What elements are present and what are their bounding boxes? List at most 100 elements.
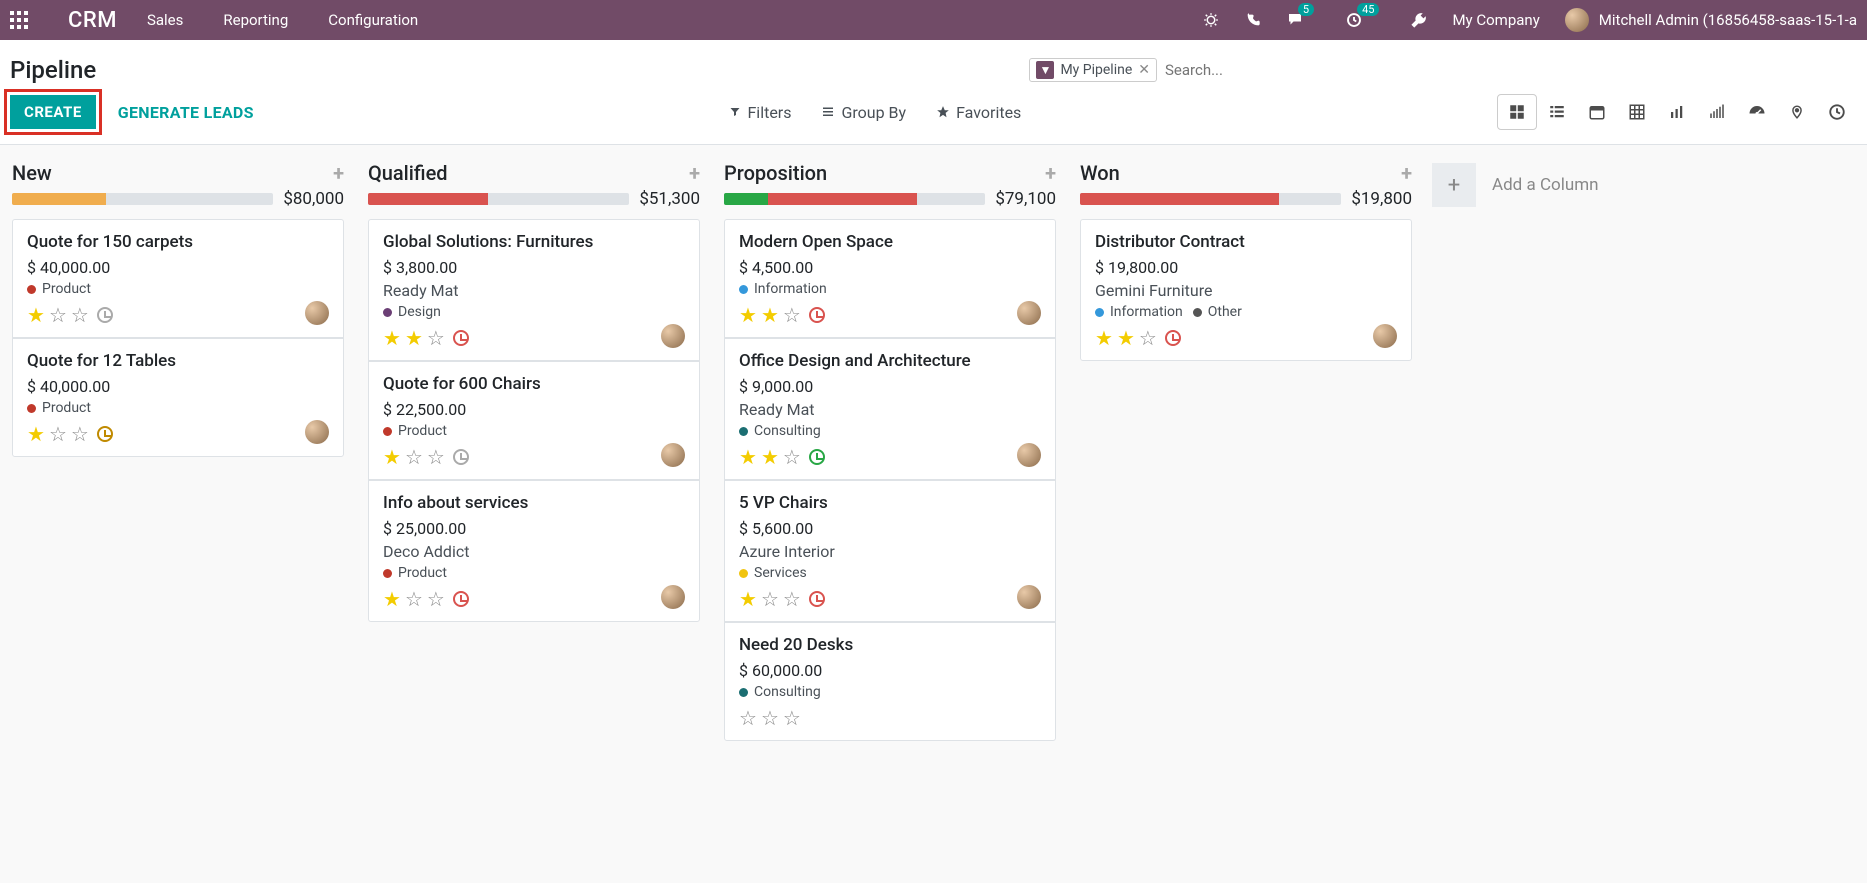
pivot-view-icon[interactable] bbox=[1617, 94, 1657, 130]
nav-sales[interactable]: Sales bbox=[147, 11, 183, 29]
activity-clock-icon[interactable] bbox=[453, 330, 469, 346]
priority-star-icon[interactable]: ☆ bbox=[71, 303, 89, 327]
priority-star-icon[interactable]: ★ bbox=[761, 303, 779, 327]
dashboard-view-icon[interactable] bbox=[1737, 94, 1777, 130]
activity-clock-icon[interactable] bbox=[97, 307, 113, 323]
kanban-card[interactable]: Need 20 Desks$ 60,000.00Consulting☆☆☆ bbox=[724, 622, 1056, 741]
kanban-card[interactable]: Modern Open Space$ 4,500.00Information★★… bbox=[724, 219, 1056, 338]
priority-star-icon[interactable]: ☆ bbox=[71, 422, 89, 446]
assignee-avatar-icon[interactable] bbox=[1373, 324, 1397, 348]
map-view-icon[interactable] bbox=[1777, 94, 1817, 130]
priority-star-icon[interactable]: ★ bbox=[739, 587, 757, 611]
priority-star-icon[interactable]: ☆ bbox=[783, 303, 801, 327]
kanban-card[interactable]: Global Solutions: Furnitures$ 3,800.00Re… bbox=[368, 219, 700, 361]
assignee-avatar-icon[interactable] bbox=[1017, 585, 1041, 609]
priority-star-icon[interactable]: ★ bbox=[739, 445, 757, 469]
activity-icon[interactable]: 45 bbox=[1345, 11, 1385, 29]
assignee-avatar-icon[interactable] bbox=[661, 443, 685, 467]
messages-icon[interactable]: 5 bbox=[1286, 11, 1320, 29]
priority-star-icon[interactable]: ★ bbox=[405, 326, 423, 350]
kanban-card[interactable]: Office Design and Architecture$ 9,000.00… bbox=[724, 338, 1056, 480]
activity-clock-icon[interactable] bbox=[809, 591, 825, 607]
phone-icon[interactable] bbox=[1245, 12, 1261, 28]
priority-star-icon[interactable]: ★ bbox=[761, 445, 779, 469]
create-button[interactable]: CREATE bbox=[10, 95, 96, 129]
kanban-card[interactable]: Distributor Contract$ 19,800.00Gemini Fu… bbox=[1080, 219, 1412, 361]
filter-chip-my-pipeline[interactable]: ▼ My Pipeline ✕ bbox=[1029, 58, 1157, 82]
activity-clock-icon[interactable] bbox=[97, 426, 113, 442]
column-total: $80,000 bbox=[283, 189, 344, 209]
assignee-avatar-icon[interactable] bbox=[305, 420, 329, 444]
priority-star-icon[interactable]: ☆ bbox=[49, 422, 67, 446]
priority-star-icon[interactable]: ★ bbox=[383, 587, 401, 611]
user-menu[interactable]: Mitchell Admin (16856458-saas-15-1-a bbox=[1565, 8, 1857, 32]
apps-icon[interactable] bbox=[10, 11, 28, 29]
add-card-icon[interactable]: + bbox=[1045, 161, 1056, 185]
wrench-icon[interactable] bbox=[1410, 12, 1427, 29]
add-card-icon[interactable]: + bbox=[689, 161, 700, 185]
assignee-avatar-icon[interactable] bbox=[661, 324, 685, 348]
priority-star-icon[interactable]: ★ bbox=[1095, 326, 1113, 350]
card-footer: ★★☆ bbox=[1095, 326, 1397, 350]
priority-star-icon[interactable]: ☆ bbox=[427, 326, 445, 350]
graph-view-icon[interactable] bbox=[1657, 94, 1697, 130]
priority-star-icon[interactable]: ☆ bbox=[761, 587, 779, 611]
company-name[interactable]: My Company bbox=[1452, 11, 1539, 29]
kanban-card[interactable]: 5 VP Chairs$ 5,600.00Azure InteriorServi… bbox=[724, 480, 1056, 622]
priority-star-icon[interactable]: ☆ bbox=[427, 587, 445, 611]
priority-star-icon[interactable]: ☆ bbox=[49, 303, 67, 327]
activity-view-icon[interactable] bbox=[1817, 94, 1857, 130]
assignee-avatar-icon[interactable] bbox=[305, 301, 329, 325]
add-column-button[interactable]: +Add a Column bbox=[1432, 155, 1622, 207]
priority-star-icon[interactable]: ★ bbox=[739, 303, 757, 327]
close-icon[interactable]: ✕ bbox=[1138, 62, 1150, 78]
priority-star-icon[interactable]: ☆ bbox=[427, 445, 445, 469]
calendar-view-icon[interactable] bbox=[1577, 94, 1617, 130]
tag-dot-icon bbox=[739, 285, 748, 294]
priority-star-icon[interactable]: ★ bbox=[383, 445, 401, 469]
groupby-button[interactable]: Group By bbox=[821, 103, 906, 122]
kanban-card[interactable]: Quote for 150 carpets$ 40,000.00Product★… bbox=[12, 219, 344, 338]
priority-star-icon[interactable]: ☆ bbox=[783, 706, 801, 730]
filters-button[interactable]: Filters bbox=[729, 103, 791, 122]
priority-star-icon[interactable]: ★ bbox=[383, 326, 401, 350]
assignee-avatar-icon[interactable] bbox=[661, 585, 685, 609]
add-card-icon[interactable]: + bbox=[333, 161, 344, 185]
priority-star-icon[interactable]: ☆ bbox=[405, 445, 423, 469]
plus-icon: + bbox=[1432, 163, 1476, 207]
priority-star-icon[interactable]: ☆ bbox=[783, 587, 801, 611]
priority-star-icon[interactable]: ☆ bbox=[739, 706, 757, 730]
kanban-card[interactable]: Info about services$ 25,000.00Deco Addic… bbox=[368, 480, 700, 622]
priority-star-icon[interactable]: ★ bbox=[1117, 326, 1135, 350]
card-customer: Gemini Furniture bbox=[1095, 281, 1397, 300]
activity-clock-icon[interactable] bbox=[809, 449, 825, 465]
assignee-avatar-icon[interactable] bbox=[1017, 301, 1041, 325]
kanban-card[interactable]: Quote for 600 Chairs$ 22,500.00Product★☆… bbox=[368, 361, 700, 480]
priority-star-icon[interactable]: ☆ bbox=[783, 445, 801, 469]
add-card-icon[interactable]: + bbox=[1401, 161, 1412, 185]
app-brand[interactable]: CRM bbox=[68, 8, 117, 33]
nav-reporting[interactable]: Reporting bbox=[223, 11, 288, 29]
list-view-icon[interactable] bbox=[1537, 94, 1577, 130]
priority-star-icon[interactable]: ★ bbox=[27, 422, 45, 446]
priority-star-icon[interactable]: ☆ bbox=[761, 706, 779, 730]
priority-star-icon[interactable]: ★ bbox=[27, 303, 45, 327]
activity-clock-icon[interactable] bbox=[453, 449, 469, 465]
bug-icon[interactable] bbox=[1202, 11, 1220, 29]
priority-star-icon[interactable]: ☆ bbox=[405, 587, 423, 611]
activity-clock-icon[interactable] bbox=[453, 591, 469, 607]
search-input[interactable] bbox=[1157, 57, 1857, 83]
card-tags: Product bbox=[383, 423, 685, 439]
activity-clock-icon[interactable] bbox=[809, 307, 825, 323]
generate-leads-button[interactable]: GENERATE LEADS bbox=[118, 103, 254, 122]
kanban-card[interactable]: Quote for 12 Tables$ 40,000.00Product★☆☆ bbox=[12, 338, 344, 457]
activity-clock-icon[interactable] bbox=[1165, 330, 1181, 346]
cohort-view-icon[interactable] bbox=[1697, 94, 1737, 130]
priority-star-icon[interactable]: ☆ bbox=[1139, 326, 1157, 350]
favorites-button[interactable]: Favorites bbox=[936, 103, 1021, 122]
kanban-view-icon[interactable] bbox=[1497, 94, 1537, 130]
column-title: Qualified bbox=[368, 161, 448, 185]
kanban-column: New + $80,000Quote for 150 carpets$ 40,0… bbox=[8, 155, 348, 457]
assignee-avatar-icon[interactable] bbox=[1017, 443, 1041, 467]
nav-configuration[interactable]: Configuration bbox=[328, 11, 418, 29]
